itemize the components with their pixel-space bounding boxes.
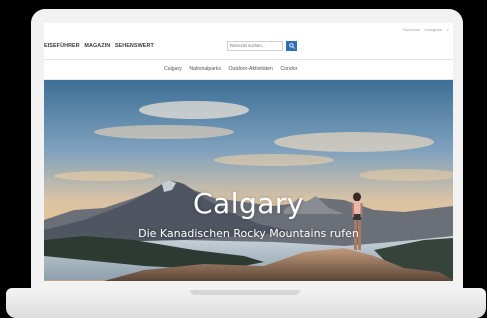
search-input[interactable] [227, 41, 283, 51]
social-link-instagram[interactable]: Instagram [424, 27, 442, 32]
hero-banner: Calgary Die Kanadischen Rocky Mountains … [44, 80, 453, 281]
subnav-item-nationalparks[interactable]: Nationalparks [189, 66, 221, 72]
nav-item-sehenswert[interactable]: SEHENSWERT [115, 43, 154, 49]
hero-subtitle: Die Kanadischen Rocky Mountains rufen [138, 227, 359, 240]
subnav-item-calgary[interactable]: Calgary [164, 66, 182, 72]
hero-title: Calgary [192, 187, 304, 220]
subnav-item-outdoor[interactable]: Outdoor-Aktivitäten [229, 66, 273, 72]
main-nav: EISEFÜHRER MAGAZIN SEHENSWERT [44, 43, 157, 49]
laptop-notch [190, 290, 300, 295]
search-bar [227, 41, 297, 51]
search-icon [288, 43, 295, 49]
nav-item-magazin[interactable]: MAGAZIN [84, 43, 110, 49]
social-link-more[interactable]: Y [446, 27, 449, 32]
header: Facebook Instagram Y EISEFÜHRER MAGAZIN … [44, 23, 453, 59]
subnav-item-condor[interactable]: Condor [280, 66, 297, 72]
social-links: Facebook Instagram Y [400, 27, 449, 32]
search-button[interactable] [286, 41, 297, 51]
nav-item-reisefuehrer[interactable]: EISEFÜHRER [44, 43, 80, 49]
sub-nav: Calgary Nationalparks Outdoor-Aktivitäte… [44, 60, 453, 79]
laptop-screen: Facebook Instagram Y EISEFÜHRER MAGAZIN … [44, 23, 453, 281]
hero-image [44, 80, 453, 281]
social-link-facebook[interactable]: Facebook [403, 27, 421, 32]
